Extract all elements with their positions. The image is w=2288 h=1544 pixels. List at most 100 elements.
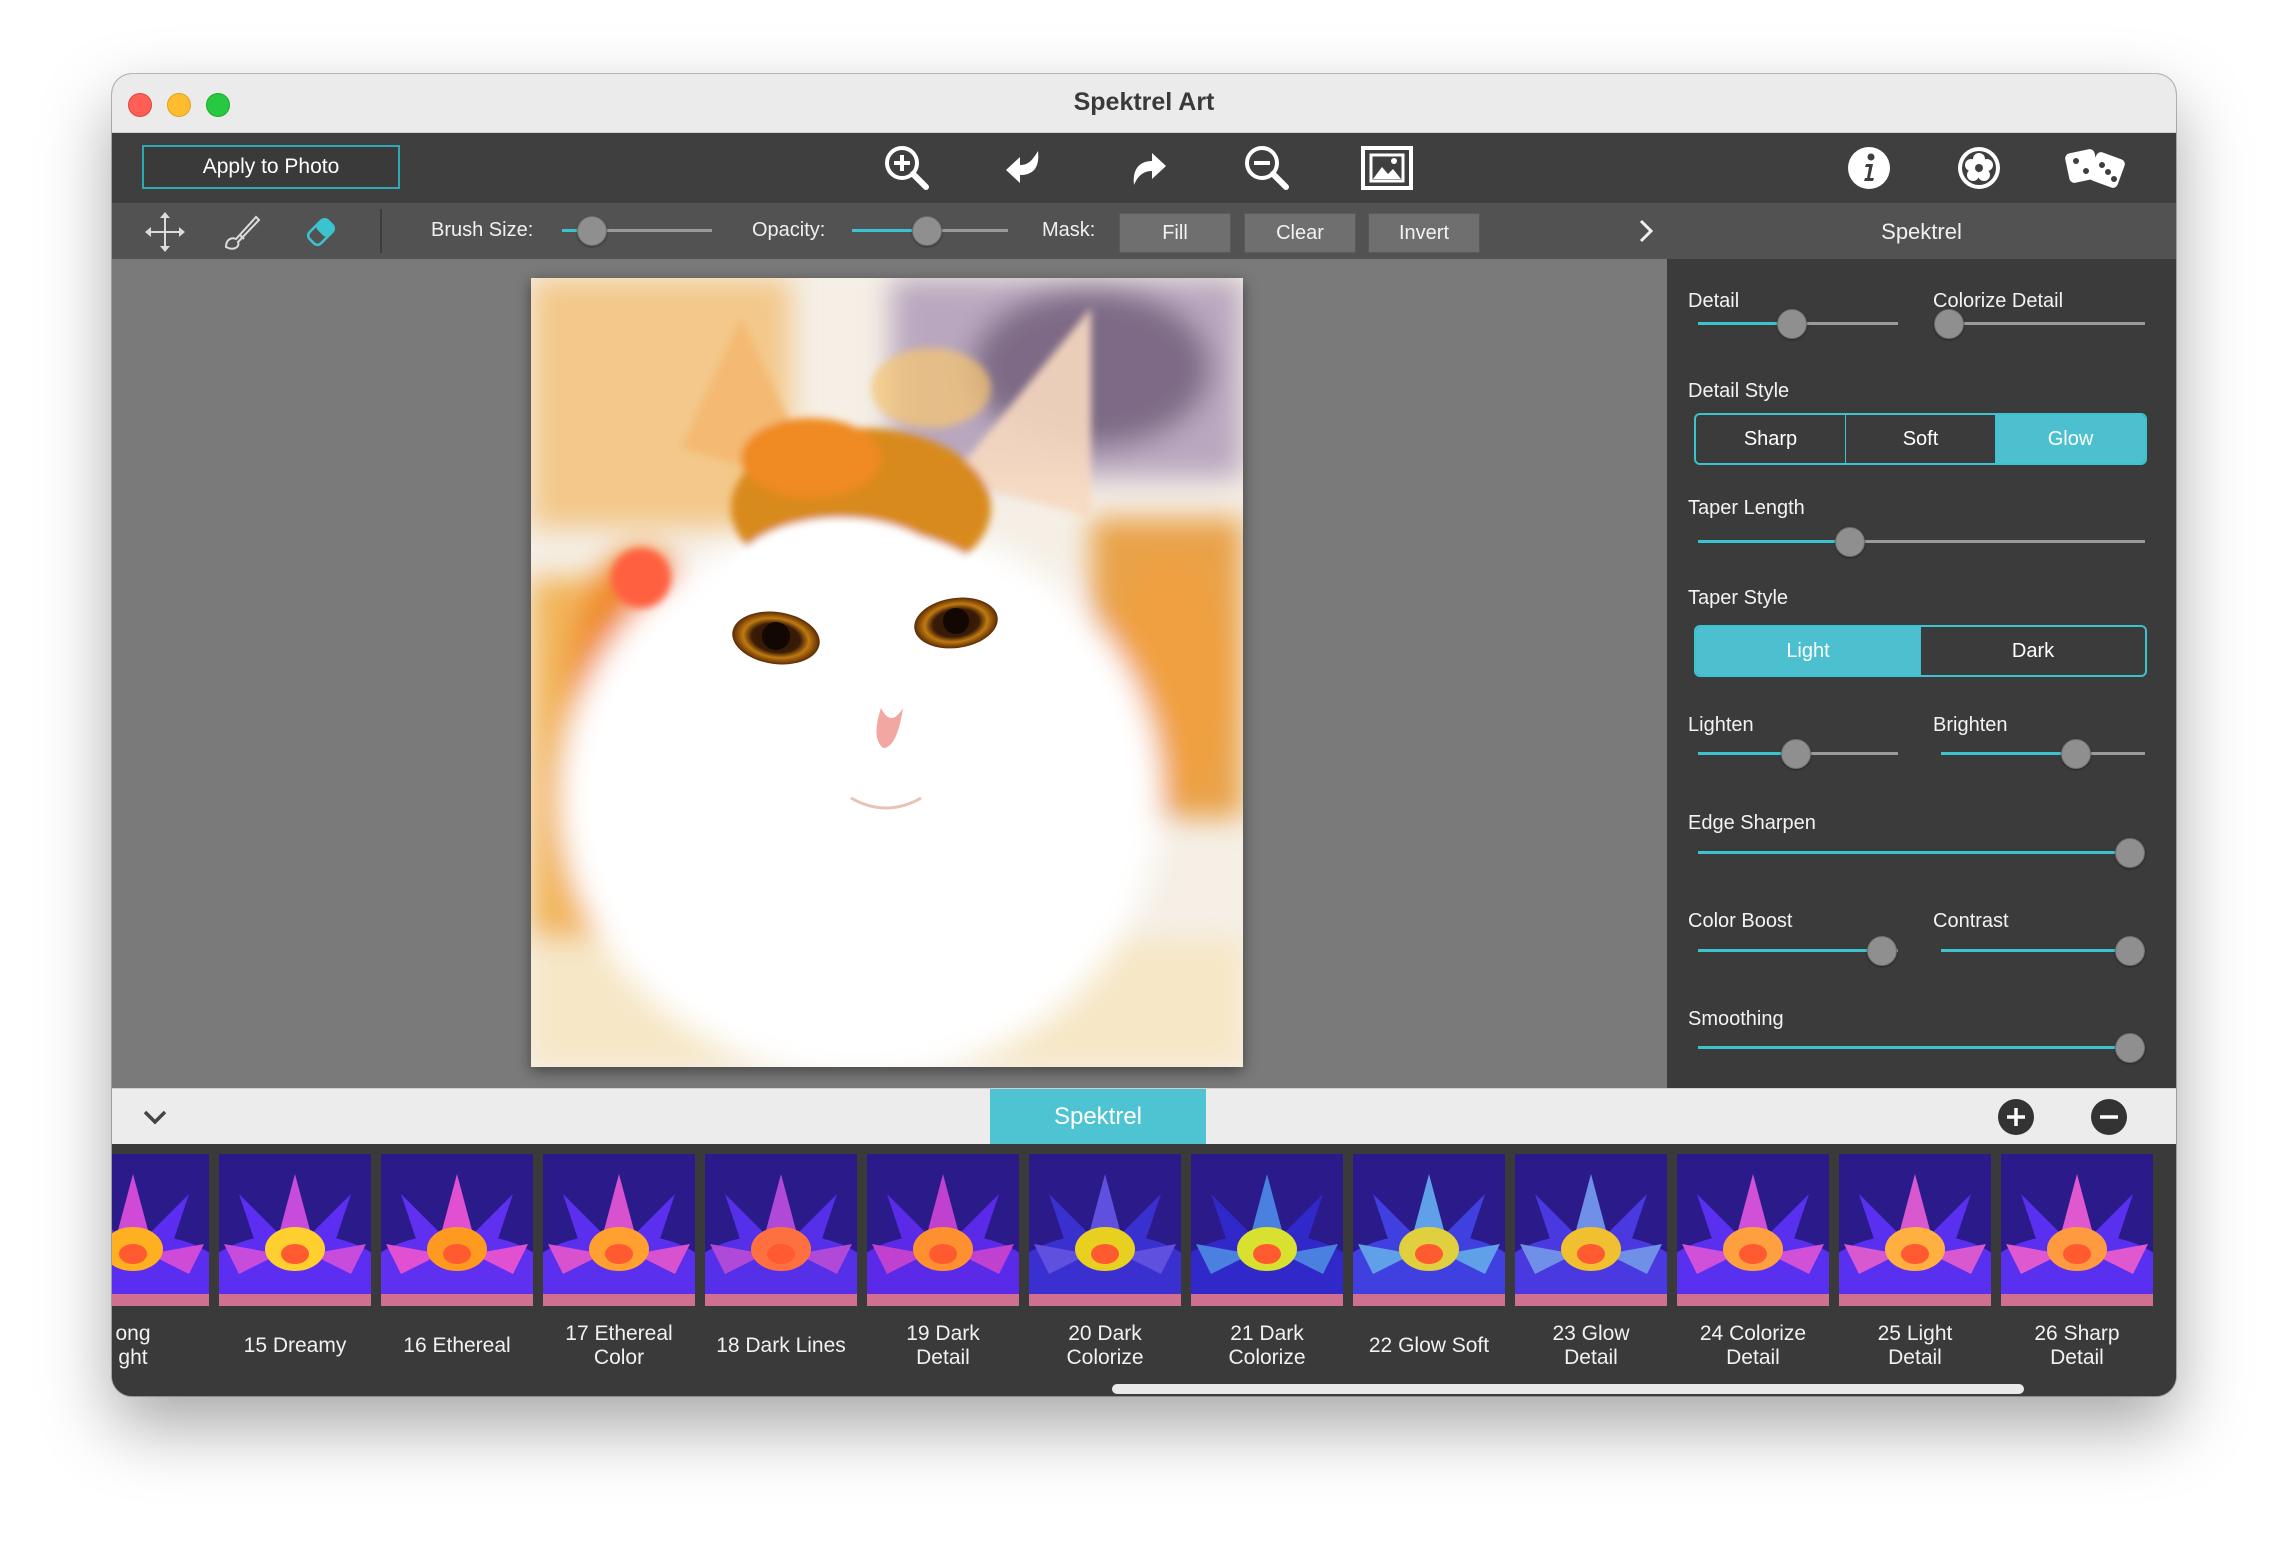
- brush-options-bar: Brush Size: Opacity: Mask: Fill Clear In…: [112, 203, 2176, 259]
- preset-thumbnail[interactable]: [1515, 1154, 1667, 1306]
- mask-fill-button[interactable]: Fill: [1119, 213, 1231, 253]
- preset-label: 26 Sharp Detail: [1996, 1322, 2158, 1370]
- preset-label-line2: Detail: [1726, 1346, 1780, 1369]
- preset-thumbnail[interactable]: [1839, 1154, 1991, 1306]
- panel-title: Spektrel: [1881, 219, 1962, 244]
- preset-label-line2: Detail: [2050, 1346, 2104, 1369]
- preset-label-line1: ong: [115, 1322, 151, 1345]
- preset-label: ong ght: [112, 1322, 214, 1370]
- preset-label: 16 Ethereal: [376, 1334, 538, 1358]
- mask-invert-button[interactable]: Invert: [1368, 213, 1480, 253]
- detail-style-glow[interactable]: Glow: [1996, 415, 2145, 463]
- main-toolbar: Apply to Photo: [112, 133, 2176, 203]
- preset-label-line2: Color: [593, 1346, 645, 1369]
- preset-thumbnail[interactable]: [867, 1154, 1019, 1306]
- remove-preset-icon[interactable]: [2090, 1098, 2128, 1136]
- contrast-label: Contrast: [1933, 910, 2009, 932]
- preset-label: 15 Dreamy: [214, 1334, 376, 1358]
- preset-label-line1: 23 Glow: [1552, 1322, 1630, 1345]
- edge-sharpen-label: Edge Sharpen: [1688, 812, 1816, 834]
- smoothing-slider[interactable]: [1698, 1033, 2145, 1063]
- preset-strip-scrollbar[interactable]: [1112, 1384, 2024, 1394]
- preset-label-line1: 22 Glow Soft: [1368, 1334, 1490, 1357]
- colorize-detail-slider[interactable]: [1934, 309, 2145, 339]
- preset-thumbnail[interactable]: [2001, 1154, 2153, 1306]
- preset-label-line2: ght: [118, 1346, 148, 1369]
- info-icon[interactable]: [1842, 141, 1896, 195]
- preset-label: 23 Glow Detail: [1510, 1322, 1672, 1370]
- preset-thumbnail[interactable]: [112, 1154, 209, 1306]
- preset-thumbnail[interactable]: [1677, 1154, 1829, 1306]
- cat-photo-preview[interactable]: [531, 278, 1243, 1067]
- preset-label-line2: Detail: [916, 1346, 970, 1369]
- zoom-out-icon[interactable]: [1240, 141, 1294, 195]
- settings-icon[interactable]: [1952, 141, 2006, 195]
- preset-label-line1: 16 Ethereal: [403, 1334, 511, 1357]
- brush-tool-icon[interactable]: [218, 209, 264, 255]
- preset-label-line1: 26 Sharp: [2034, 1322, 2120, 1345]
- contrast-slider[interactable]: [1941, 936, 2145, 966]
- mask-clear-button[interactable]: Clear: [1244, 213, 1356, 253]
- fit-image-icon[interactable]: [1360, 141, 1414, 195]
- brighten-slider[interactable]: [1941, 739, 2145, 769]
- preset-label-line1: 21 Dark: [1230, 1322, 1304, 1345]
- edge-sharpen-slider[interactable]: [1698, 838, 2145, 868]
- preset-label: 24 Colorize Detail: [1672, 1322, 1834, 1370]
- add-preset-icon[interactable]: [1997, 1098, 2035, 1136]
- brush-size-slider[interactable]: [562, 216, 712, 246]
- canvas-area[interactable]: [112, 259, 1667, 1088]
- move-tool-icon[interactable]: [142, 209, 188, 255]
- opacity-label: Opacity:: [752, 219, 826, 241]
- chevron-down-icon[interactable]: [136, 1098, 174, 1136]
- taper-length-slider[interactable]: [1698, 527, 2145, 557]
- lighten-label: Lighten: [1688, 714, 1754, 736]
- detail-style-label: Detail Style: [1688, 380, 1790, 402]
- color-boost-label: Color Boost: [1688, 910, 1793, 932]
- zoom-in-icon[interactable]: [880, 141, 934, 195]
- taper-style-light[interactable]: Light: [1696, 627, 1921, 675]
- title-bar: Spektrel Art: [112, 74, 2176, 133]
- preset-thumbnail[interactable]: [381, 1154, 533, 1306]
- taper-style-label: Taper Style: [1688, 587, 1789, 609]
- preset-thumbnail[interactable]: [1353, 1154, 1505, 1306]
- preset-label: 25 Light Detail: [1834, 1322, 1996, 1370]
- preset-label: 21 Dark Colorize: [1186, 1322, 1348, 1370]
- detail-style-sharp[interactable]: Sharp: [1696, 415, 1846, 463]
- preset-label: 19 Dark Detail: [862, 1322, 1024, 1370]
- brush-size-label: Brush Size:: [431, 219, 534, 241]
- spektrel-settings-panel: Detail Colorize Detail Detail Style Shar…: [1667, 259, 2176, 1088]
- preset-label-line1: 24 Colorize: [1699, 1322, 1807, 1345]
- apply-to-photo-button[interactable]: Apply to Photo: [142, 145, 400, 189]
- random-dice-icon[interactable]: [2062, 141, 2132, 195]
- preset-label-line1: 15 Dreamy: [243, 1334, 347, 1357]
- smoothing-label: Smoothing: [1688, 1008, 1784, 1030]
- preset-thumbnail[interactable]: [1191, 1154, 1343, 1306]
- preset-thumbnail[interactable]: [705, 1154, 857, 1306]
- detail-slider[interactable]: [1698, 309, 1898, 339]
- taper-length-label: Taper Length: [1688, 497, 1805, 519]
- window-title: Spektrel Art: [1073, 88, 1215, 116]
- preset-label-line1: 17 Ethereal: [565, 1322, 673, 1345]
- redo-icon[interactable]: [1120, 141, 1174, 195]
- preset-label: 22 Glow Soft: [1348, 1334, 1510, 1358]
- mask-label: Mask:: [1042, 219, 1096, 241]
- detail-style-soft[interactable]: Soft: [1846, 415, 1996, 463]
- preset-label-line1: 18 Dark Lines: [716, 1334, 846, 1357]
- preset-thumbnail[interactable]: [1029, 1154, 1181, 1306]
- preset-label-line2: Detail: [1564, 1346, 1618, 1369]
- taper-style-dark[interactable]: Dark: [1921, 627, 2145, 675]
- preset-label: 18 Dark Lines: [700, 1334, 862, 1358]
- opacity-slider[interactable]: [852, 216, 1008, 246]
- preset-thumbnail[interactable]: [219, 1154, 371, 1306]
- tab-spektrel[interactable]: Spektrel: [990, 1089, 1206, 1145]
- undo-icon[interactable]: [1000, 141, 1054, 195]
- chevron-right-icon[interactable]: [1628, 213, 1664, 249]
- eraser-tool-icon[interactable]: [298, 209, 344, 255]
- preset-label-line1: 25 Light: [1877, 1322, 1953, 1345]
- preset-label: 17 Ethereal Color: [538, 1322, 700, 1370]
- preset-label-line2: Colorize: [1066, 1346, 1144, 1369]
- lighten-slider[interactable]: [1698, 739, 1898, 769]
- color-boost-slider[interactable]: [1698, 936, 1898, 966]
- detail-style-segmented: Sharp Soft Glow: [1694, 413, 2147, 465]
- preset-thumbnail[interactable]: [543, 1154, 695, 1306]
